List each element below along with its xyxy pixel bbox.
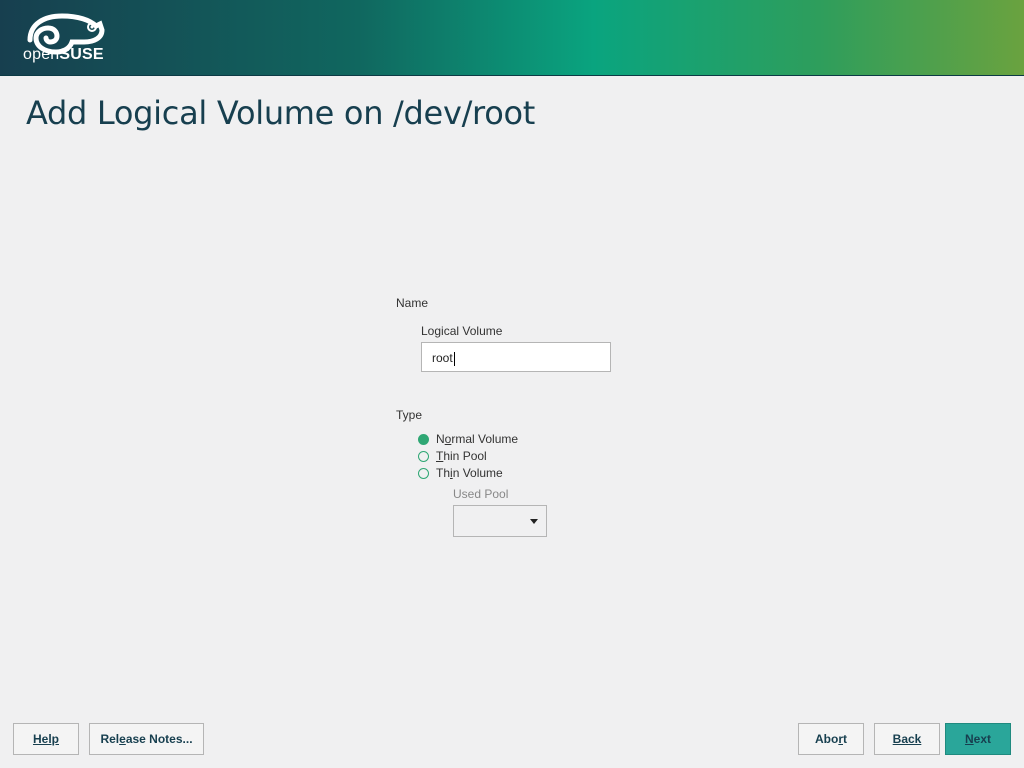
chevron-down-icon	[530, 519, 538, 524]
used-pool-select[interactable]	[453, 505, 547, 537]
logical-volume-input[interactable]: root	[421, 342, 611, 372]
name-section-label: Name	[396, 296, 429, 310]
release-notes-button[interactable]: Release Notes...	[89, 723, 204, 755]
radio-unchecked-icon	[418, 450, 429, 462]
next-button[interactable]: Next	[945, 723, 1011, 755]
logical-volume-value: root	[432, 351, 453, 365]
radio-thin-pool-label: Thin Pool	[436, 449, 487, 463]
logical-volume-label: Logical Volume	[421, 324, 503, 338]
abort-button-label: Abort	[815, 732, 847, 746]
radio-thin-volume[interactable]: Thin Volume	[418, 465, 503, 481]
used-pool-label: Used Pool	[453, 487, 509, 501]
page-title: Add Logical Volume on /dev/root	[26, 94, 536, 132]
header-banner: openSUSE	[0, 0, 1024, 76]
radio-thin-pool[interactable]: Thin Pool	[418, 448, 487, 464]
abort-button[interactable]: Abort	[798, 723, 864, 755]
help-button-label: Help	[32, 732, 59, 746]
back-button[interactable]: Back	[874, 723, 940, 755]
radio-normal-volume[interactable]: Normal Volume	[418, 431, 518, 447]
text-cursor	[453, 351, 455, 366]
help-button[interactable]: Help	[13, 723, 79, 755]
back-button-label: Back	[892, 732, 922, 746]
logo-brand: SUSE	[59, 46, 104, 63]
radio-normal-volume-label: Normal Volume	[436, 432, 519, 446]
logo-prefix: open	[23, 46, 60, 63]
release-notes-button-label: Release Notes...	[100, 732, 193, 746]
logo-wordmark: openSUSE	[23, 46, 104, 64]
next-button-label: Next	[964, 732, 991, 746]
radio-thin-volume-label: Thin Volume	[436, 466, 503, 480]
radio-checked-icon	[418, 433, 429, 445]
type-section-label: Type	[396, 408, 423, 422]
radio-unchecked-icon	[418, 467, 429, 479]
